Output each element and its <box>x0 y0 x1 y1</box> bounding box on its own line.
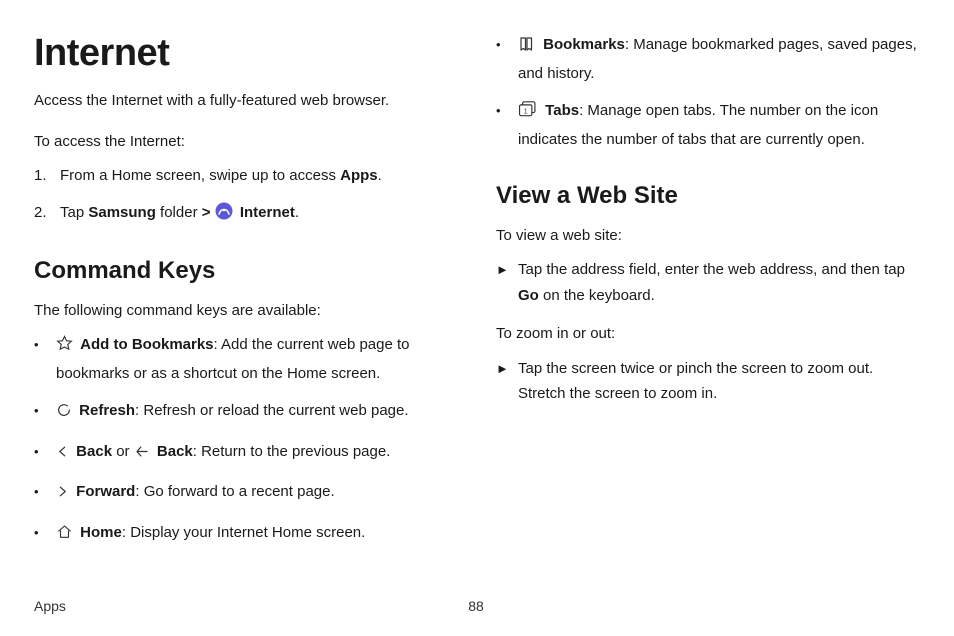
right-column: • Bookmarks: Manage bookmarked pages, sa… <box>496 32 918 560</box>
step-2: 2. Tap Samsung folder > Internet. <box>34 201 456 227</box>
bold: Bookmarks <box>543 36 625 53</box>
item-body: Forward: Go forward to a recent page. <box>56 479 456 508</box>
list-item: • 1 Tabs: Manage open tabs. The number o… <box>496 98 918 152</box>
bold: Internet <box>236 204 295 221</box>
chevron-right-icon <box>56 482 69 508</box>
text: Tap <box>60 204 88 221</box>
text: From a Home screen, swipe up to access <box>60 167 340 184</box>
text: : Display your Internet Home screen. <box>122 524 365 541</box>
list-item: • Refresh: Refresh or reload the current… <box>34 398 456 427</box>
item-body: Back or Back: Return to the previous pag… <box>56 439 456 468</box>
footer-section: Apps <box>34 598 66 614</box>
text: Tap the address field, enter the web add… <box>518 261 905 278</box>
bold: Forward <box>76 483 135 500</box>
step-1: 1. From a Home screen, swipe up to acces… <box>34 164 456 187</box>
intro-text: Access the Internet with a fully-feature… <box>34 89 456 112</box>
item-body: Tap the address field, enter the web add… <box>518 257 918 308</box>
list-item: ► Tap the address field, enter the web a… <box>496 257 918 308</box>
home-icon <box>56 523 73 549</box>
step-text: Tap Samsung folder > Internet. <box>60 201 456 227</box>
section-heading-view-site: View a Web Site <box>496 182 918 210</box>
text: or <box>112 443 134 460</box>
chevron-left-icon <box>56 442 69 468</box>
bullet-icon: • <box>34 439 56 468</box>
command-list-cont: • Bookmarks: Manage bookmarked pages, sa… <box>496 32 918 152</box>
step-number: 1. <box>34 164 60 187</box>
bullet-icon: • <box>34 398 56 427</box>
bullet-icon: • <box>34 479 56 508</box>
bold: Back <box>76 443 112 460</box>
arrow-icon: ► <box>496 257 518 308</box>
view-list: ► Tap the address field, enter the web a… <box>496 257 918 308</box>
left-column: Internet Access the Internet with a full… <box>34 32 456 560</box>
command-intro: The following command keys are available… <box>34 299 456 322</box>
bold: Samsung <box>88 204 156 221</box>
tabs-icon: 1 <box>518 101 538 127</box>
bullet-icon: • <box>496 32 518 86</box>
bullet-icon: • <box>34 520 56 549</box>
bold: Tabs <box>545 102 579 119</box>
refresh-icon <box>56 401 72 427</box>
text: . <box>295 204 299 221</box>
list-item: ► Tap the screen twice or pinch the scre… <box>496 356 918 407</box>
text: folder <box>156 204 202 221</box>
svg-text:1: 1 <box>524 108 528 115</box>
bullet-icon: • <box>496 98 518 152</box>
bold: Refresh <box>79 402 135 419</box>
bold: Add to Bookmarks <box>80 336 213 353</box>
arrow-left-icon <box>134 442 150 468</box>
command-list: • Add to Bookmarks: Add the current web … <box>34 332 456 548</box>
bullet-icon: • <box>34 332 56 386</box>
bookmarks-icon <box>518 35 536 61</box>
arrow-icon: ► <box>496 356 518 407</box>
step-text: From a Home screen, swipe up to access A… <box>60 164 456 187</box>
text: : Return to the previous page. <box>193 443 391 460</box>
zoom-list: ► Tap the screen twice or pinch the scre… <box>496 356 918 407</box>
step-number: 2. <box>34 201 60 227</box>
access-intro: To access the Internet: <box>34 130 456 153</box>
list-item: • Back or Back: Return to the previous p… <box>34 439 456 468</box>
section-heading-command-keys: Command Keys <box>34 257 456 285</box>
item-body: Tap the screen twice or pinch the screen… <box>518 356 918 407</box>
item-body: Home: Display your Internet Home screen. <box>56 520 456 549</box>
item-body: Add to Bookmarks: Add the current web pa… <box>56 332 456 386</box>
item-body: 1 Tabs: Manage open tabs. The number on … <box>518 98 918 152</box>
view-intro: To view a web site: <box>496 224 918 247</box>
zoom-intro: To zoom in or out: <box>496 322 918 345</box>
text: . <box>378 167 382 184</box>
list-item: • Add to Bookmarks: Add the current web … <box>34 332 456 386</box>
page-number: 88 <box>468 598 484 614</box>
bold: Home <box>80 524 122 541</box>
star-icon <box>56 335 73 361</box>
bold: Go <box>518 287 539 304</box>
list-item: • Forward: Go forward to a recent page. <box>34 479 456 508</box>
list-item: • Bookmarks: Manage bookmarked pages, sa… <box>496 32 918 86</box>
chevron-right-icon: > <box>202 204 211 221</box>
access-steps: 1. From a Home screen, swipe up to acces… <box>34 164 456 228</box>
item-body: Refresh: Refresh or reload the current w… <box>56 398 456 427</box>
bold: Back <box>157 443 193 460</box>
list-item: • Home: Display your Internet Home scree… <box>34 520 456 549</box>
item-body: Bookmarks: Manage bookmarked pages, save… <box>518 32 918 86</box>
text: : Go forward to a recent page. <box>135 483 334 500</box>
bold: Apps <box>340 167 378 184</box>
footer: Apps 88 <box>34 598 918 614</box>
page-title: Internet <box>34 32 456 75</box>
text: on the keyboard. <box>539 287 655 304</box>
text: : Refresh or reload the current web page… <box>135 402 409 419</box>
internet-icon <box>215 202 233 227</box>
